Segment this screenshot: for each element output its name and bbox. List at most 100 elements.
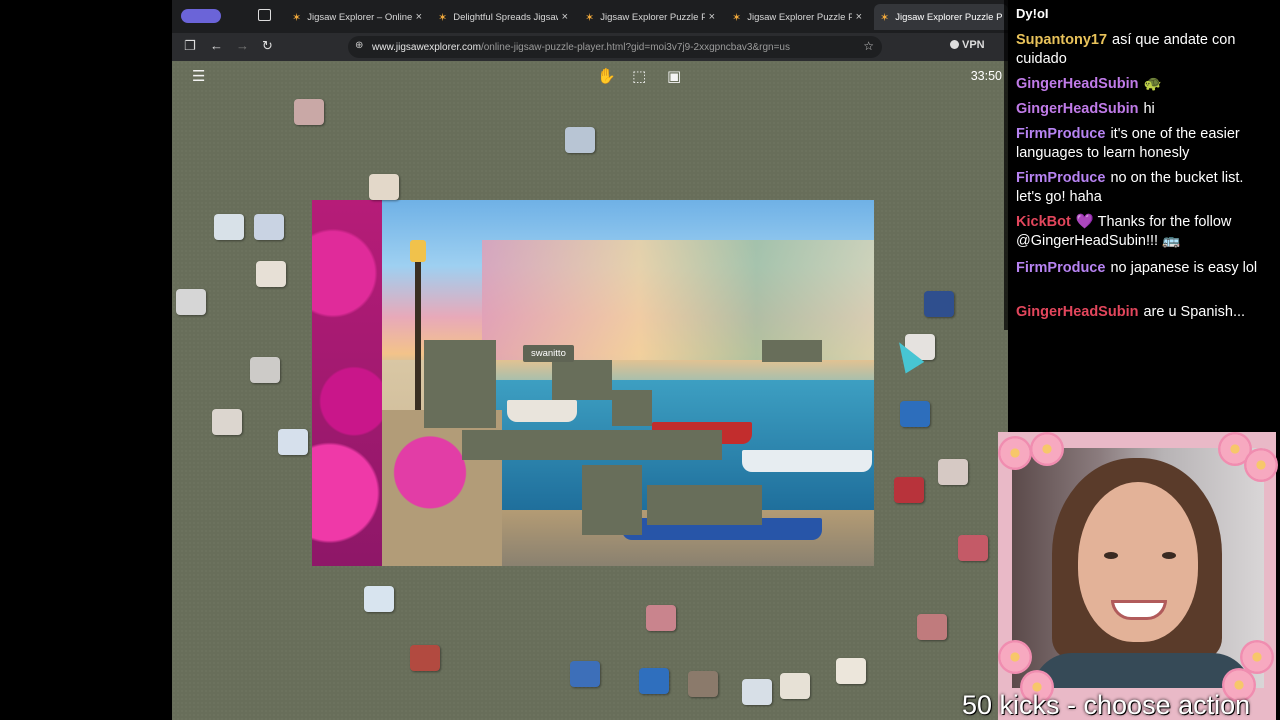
loose-puzzle-piece[interactable]: [410, 645, 440, 671]
chat-message: GingerHeadSubin are u Spanish...: [1016, 303, 1272, 322]
image-preview-icon[interactable]: ▣: [667, 67, 681, 85]
loose-puzzle-piece[interactable]: [639, 668, 669, 694]
select-area-icon[interactable]: ⬚: [632, 67, 646, 85]
reload-button[interactable]: ↻: [262, 38, 273, 54]
chat-text: no japanese is easy lol: [1110, 260, 1258, 276]
site-info-icon[interactable]: ⊕: [355, 40, 363, 51]
browser-window: ✶ Jigsaw Explorer – Online Ji × ✶ Deligh…: [172, 0, 1008, 720]
missing-pieces-area: [462, 430, 722, 460]
kicks-alert-text: 50 kicks - choose action: [962, 690, 1251, 720]
stream-frame: ✶ Jigsaw Explorer – Online Ji × ✶ Deligh…: [0, 0, 1280, 720]
missing-pieces-area: [647, 485, 762, 525]
assembled-puzzle[interactable]: [312, 200, 874, 566]
tab-3[interactable]: ✶ Jigsaw Explorer Puzzle Pla ×: [579, 4, 721, 30]
url-host: www.jigsawexplorer.com: [372, 41, 481, 53]
loose-puzzle-piece[interactable]: [212, 409, 242, 435]
loose-puzzle-piece[interactable]: [688, 671, 718, 697]
loose-puzzle-piece[interactable]: [900, 401, 930, 427]
tab-title: Delightful Spreads Jigsaw: [453, 11, 558, 23]
sidebar-panel-icon[interactable]: ❐: [184, 38, 196, 54]
puzzle-image-lamppost: [415, 240, 421, 410]
missing-pieces-area: [424, 340, 496, 428]
loose-puzzle-piece[interactable]: [958, 535, 988, 561]
vpn-button[interactable]: VPN: [950, 39, 985, 51]
loose-puzzle-piece[interactable]: [369, 174, 399, 200]
back-button[interactable]: ←: [210, 38, 223, 53]
sidebar-toggle-button[interactable]: [181, 9, 221, 23]
puzzle-image-boat: [742, 450, 872, 472]
loose-puzzle-piece[interactable]: [836, 658, 866, 684]
loose-puzzle-piece[interactable]: [176, 289, 206, 315]
tab-overview-icon[interactable]: [258, 9, 271, 21]
blossom-decoration-icon: [1030, 432, 1064, 466]
puzzle-image-flowers: [312, 200, 382, 566]
chat-username: Supantony17: [1016, 32, 1108, 48]
player-name-label: swanitto: [523, 345, 574, 362]
loose-puzzle-piece[interactable]: [278, 429, 308, 455]
bookmark-star-icon[interactable]: ☆: [863, 39, 874, 53]
tab-1[interactable]: ✶ Jigsaw Explorer – Online Ji ×: [286, 4, 428, 30]
forward-button[interactable]: →: [236, 38, 249, 53]
loose-puzzle-piece[interactable]: [256, 261, 286, 287]
chat-username: FirmProduce: [1016, 126, 1106, 142]
puzzle-image-lamp: [410, 240, 426, 262]
address-bar[interactable]: ⊕ www.jigsawexplorer.com/online-jigsaw-p…: [348, 36, 882, 58]
loose-puzzle-piece[interactable]: [780, 673, 810, 699]
loose-puzzle-piece[interactable]: [570, 661, 600, 687]
loose-puzzle-piece[interactable]: [294, 99, 324, 125]
chat-message: KickBot 💜 Thanks for the follow @GingerHe…: [1016, 213, 1272, 251]
tab-5-active[interactable]: ✶ Jigsaw Explorer Puzzle Pla: [874, 4, 1008, 30]
jigsaw-favicon-icon: ✶: [880, 11, 890, 24]
puzzle-timer: 33:50: [970, 69, 1002, 83]
jigsaw-favicon-icon: ✶: [438, 11, 448, 24]
puzzle-image-boat: [507, 400, 577, 422]
vpn-icon: [950, 40, 959, 49]
chat-fragment: Dy!oI: [1016, 6, 1049, 21]
puzzle-toolbar: ☰ ✋ ⬚ ▣ 33:50: [172, 61, 1008, 91]
chat-text: are u Spanish...: [1143, 304, 1246, 320]
close-tab-icon[interactable]: ×: [856, 11, 862, 23]
menu-icon[interactable]: ☰: [192, 67, 205, 85]
chat-message: FirmProduce no japanese is easy lol: [1016, 259, 1272, 278]
missing-pieces-area: [552, 360, 612, 400]
jigsaw-favicon-icon: ✶: [732, 11, 742, 24]
chat-text: hi: [1143, 101, 1155, 117]
blossom-decoration-icon: [1244, 448, 1278, 482]
chat-username: FirmProduce: [1016, 170, 1106, 186]
blossom-decoration-icon: [998, 640, 1032, 674]
chat-username: FirmProduce: [1016, 260, 1106, 276]
loose-puzzle-piece[interactable]: [917, 614, 947, 640]
loose-puzzle-piece[interactable]: [565, 127, 595, 153]
chat-message: FirmProduce no on the bucket list. let's …: [1016, 169, 1272, 207]
close-tab-icon[interactable]: ×: [709, 11, 715, 23]
webcam-person-shirt: [1032, 653, 1252, 688]
chat-message: Supantony17 así que andate con cuidado: [1016, 31, 1272, 69]
tab-title: Jigsaw Explorer Puzzle Pla: [895, 11, 1002, 23]
address-toolbar: ❐ ← → ↻ ⊕ www.jigsawexplorer.com/online-…: [172, 33, 1008, 61]
loose-puzzle-piece[interactable]: [894, 477, 924, 503]
close-tab-icon[interactable]: ×: [562, 11, 568, 23]
webcam-person-eye: [1104, 552, 1118, 559]
chat-username: GingerHeadSubin: [1016, 101, 1139, 117]
webcam-person-eye: [1162, 552, 1176, 559]
jigsaw-favicon-icon: ✶: [292, 11, 302, 24]
pan-hand-icon[interactable]: ✋: [597, 67, 616, 85]
puzzle-board[interactable]: ☰ ✋ ⬚ ▣ 33:50 swanitto: [172, 61, 1008, 720]
loose-puzzle-piece[interactable]: [254, 214, 284, 240]
url-path: /online-jigsaw-puzzle-player.html?gid=mo…: [480, 41, 790, 53]
chat-message: GingerHeadSubin 🐢: [1016, 75, 1272, 94]
missing-pieces-area: [612, 390, 652, 426]
loose-puzzle-piece[interactable]: [938, 459, 968, 485]
close-tab-icon[interactable]: ×: [416, 11, 422, 23]
tab-2[interactable]: ✶ Delightful Spreads Jigsaw ×: [432, 4, 574, 30]
loose-puzzle-piece[interactable]: [214, 214, 244, 240]
loose-puzzle-piece[interactable]: [250, 357, 280, 383]
loose-puzzle-piece[interactable]: [364, 586, 394, 612]
jigsaw-favicon-icon: ✶: [585, 11, 595, 24]
tab-4[interactable]: ✶ Jigsaw Explorer Puzzle Pla ×: [726, 4, 868, 30]
chat-text: 🐢: [1143, 76, 1162, 92]
loose-puzzle-piece[interactable]: [924, 291, 954, 317]
loose-puzzle-piece[interactable]: [646, 605, 676, 631]
tab-title: Jigsaw Explorer – Online Ji: [307, 11, 412, 23]
loose-puzzle-piece[interactable]: [742, 679, 772, 705]
